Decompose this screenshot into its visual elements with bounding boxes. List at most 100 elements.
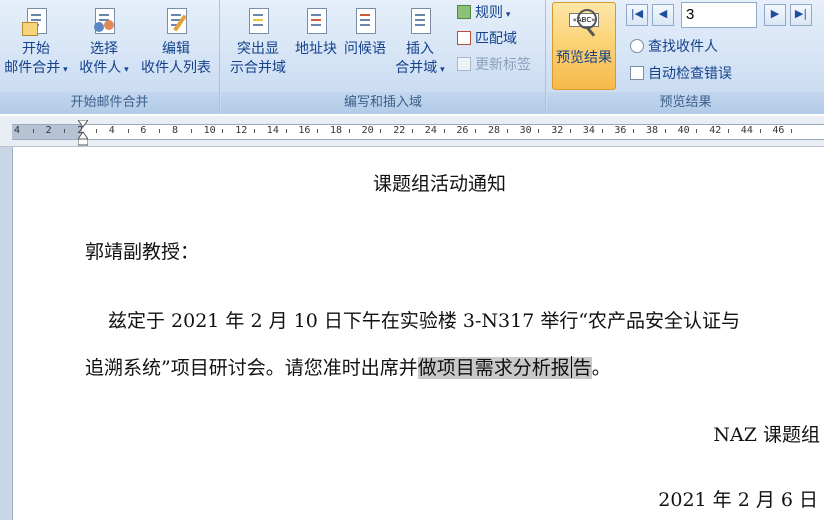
auto-check-label: 自动检查错误 xyxy=(648,66,732,82)
ruler-label: 8 xyxy=(172,125,179,136)
ruler-label: 14 xyxy=(266,125,279,136)
ruler-tick xyxy=(32,129,34,133)
edit-recipients-line2: 收件人列表 xyxy=(141,60,211,76)
ruler-label: 4 xyxy=(108,125,115,136)
mailings-ribbon: 开始 邮件合并 ▾ 选择 收件人 ▾ 编辑 收件人列表 开始邮件合并 突出显 示… xyxy=(0,0,824,114)
first-record-icon: |◀ xyxy=(630,7,644,20)
body-line-2: 追溯系统”项目研讨会。请您准时出席并做项目需求分析报 告。 xyxy=(85,353,611,380)
ruler-label: 24 xyxy=(424,125,437,136)
ruler-tick xyxy=(348,129,350,133)
ruler-label: 18 xyxy=(330,125,343,136)
ruler-tick xyxy=(254,129,255,133)
ruler-label: 44 xyxy=(740,125,753,136)
highlight-merge-fields-button[interactable]: 突出显 示合并域 xyxy=(223,6,293,78)
ruler-tick xyxy=(601,129,603,133)
ruler-tick xyxy=(443,129,445,133)
body-line-2-end: 。 xyxy=(591,357,611,379)
edit-recipients-line1: 编辑 xyxy=(162,41,190,57)
selected-text[interactable]: 做项目需求分析报告 xyxy=(417,356,592,379)
match-fields-label: 匹配域 xyxy=(475,31,517,47)
ruler-label: 46 xyxy=(772,125,785,136)
group-write-insert-fields: 突出显 示合并域 地址块 问候语 插入 合并域 ▾ 规则 ▾ 匹配域 更新标签 … xyxy=(221,0,546,114)
highlight-fields-line1: 突出显 xyxy=(237,41,279,57)
update-labels-button[interactable]: 更新标签 xyxy=(457,55,531,75)
body-line-1: 兹定于 2021 年 2 月 10 日下午在实验楼 3-N317 举行“农产品安… xyxy=(108,310,741,332)
find-recipient-button[interactable]: 查找收件人 xyxy=(630,37,718,57)
ruler-tick xyxy=(791,129,793,133)
first-record-button[interactable]: |◀ xyxy=(626,4,648,26)
selected-text-part-a: 做项目需求分析报 xyxy=(417,357,570,379)
insert-field-line1: 插入 xyxy=(406,41,434,57)
update-labels-icon xyxy=(457,57,471,71)
ruler-tick xyxy=(222,129,224,133)
start-mail-merge-button[interactable]: 开始 邮件合并 ▾ xyxy=(2,6,70,80)
insert-merge-field-button[interactable]: 插入 合并域 ▾ xyxy=(389,6,451,80)
ruler-tick xyxy=(317,129,319,133)
signature: NAZ 课题组 xyxy=(713,424,820,446)
select-recipients-button[interactable]: 选择 收件人 ▾ xyxy=(72,6,136,80)
ruler-label: 40 xyxy=(677,125,690,136)
previous-record-icon: ◀ xyxy=(658,7,668,20)
selected-text-part-b: 告 xyxy=(572,357,592,379)
ruler-tick xyxy=(412,129,413,133)
ruler-tick xyxy=(159,129,161,133)
ruler-tick xyxy=(759,129,761,133)
greeting-line-button[interactable]: 问候语 xyxy=(339,6,391,59)
address-block-button[interactable]: 地址块 xyxy=(291,6,341,59)
ruler-label: 12 xyxy=(235,125,248,136)
insert-field-line2: 合并域 xyxy=(395,60,438,76)
preview-results-button[interactable]: «ABC» 预览结果 xyxy=(552,2,616,90)
ruler-tick xyxy=(64,129,66,133)
rules-icon xyxy=(457,5,471,19)
chevron-down-icon: ▾ xyxy=(503,10,511,20)
chevron-down-icon: ▾ xyxy=(437,65,445,75)
insert-field-icon xyxy=(406,6,434,38)
ruler-tick xyxy=(190,129,192,133)
highlight-fields-icon xyxy=(244,6,272,38)
ruler-label: 34 xyxy=(582,125,595,136)
document-page[interactable]: 课题组活动通知 郭靖副教授： 兹定于 2021 年 2 月 10 日下午在实验楼… xyxy=(0,147,824,520)
group-start-mail-merge: 开始 邮件合并 ▾ 选择 收件人 ▾ 编辑 收件人列表 开始邮件合并 xyxy=(0,0,220,114)
edit-recipient-list-button[interactable]: 编辑 收件人列表 xyxy=(136,6,216,78)
group-label-start-mail-merge: 开始邮件合并 xyxy=(0,92,219,114)
ruler-label: 4 xyxy=(14,125,21,136)
last-record-button[interactable]: ▶| xyxy=(790,4,812,26)
horizontal-ruler[interactable]: 4 2 2 4 6 8 10 12 14 16 18 20 22 24 26 28 30 32 34 36 38 40 42… xyxy=(0,116,824,147)
ruler-label: 26 xyxy=(456,125,469,136)
next-record-button[interactable]: ▶ xyxy=(764,4,786,26)
group-label-write-insert: 编写和插入域 xyxy=(221,92,545,114)
auto-check-errors-button[interactable]: 自动检查错误 xyxy=(630,64,732,84)
last-record-icon: ▶| xyxy=(794,7,808,20)
ruler-tick xyxy=(380,129,382,133)
previous-record-button[interactable]: ◀ xyxy=(652,4,674,26)
date-line: 2021 年 2 月 6 日 xyxy=(658,489,818,511)
rules-button[interactable]: 规则 ▾ xyxy=(457,3,510,25)
record-number-input[interactable]: 3 xyxy=(681,2,757,28)
page-margin-bar xyxy=(0,147,13,520)
ruler-label: 6 xyxy=(140,125,147,136)
ruler-label: 42 xyxy=(709,125,722,136)
indent-marker-icon[interactable] xyxy=(78,120,88,146)
chevron-down-icon: ▾ xyxy=(60,65,68,75)
recipients-icon xyxy=(90,6,118,38)
address-block-label: 地址块 xyxy=(295,41,337,57)
body-line-2-start: 追溯系统”项目研讨会。请您准时出席并 xyxy=(85,357,418,379)
ruler-label: 30 xyxy=(519,125,532,136)
match-fields-button[interactable]: 匹配域 xyxy=(457,29,517,49)
address-block-icon xyxy=(302,6,330,38)
magnifier-abc-icon: «ABC» xyxy=(567,9,601,39)
find-recipient-icon xyxy=(630,39,644,53)
ruler-label: 38 xyxy=(646,125,659,136)
ruler-label: 10 xyxy=(203,125,216,136)
greeting-line-icon xyxy=(351,6,379,38)
ruler-tick xyxy=(538,129,540,133)
select-recipients-line2: 收件人 xyxy=(79,60,122,76)
select-recipients-line1: 选择 xyxy=(90,41,118,57)
match-fields-icon xyxy=(457,31,471,45)
text-cursor xyxy=(570,356,572,378)
find-recipient-label: 查找收件人 xyxy=(648,39,718,55)
group-label-preview-results: 预览结果 xyxy=(547,92,824,114)
ruler-tick xyxy=(696,129,698,133)
ruler-label: 22 xyxy=(393,125,406,136)
ruler-tick xyxy=(728,129,729,133)
